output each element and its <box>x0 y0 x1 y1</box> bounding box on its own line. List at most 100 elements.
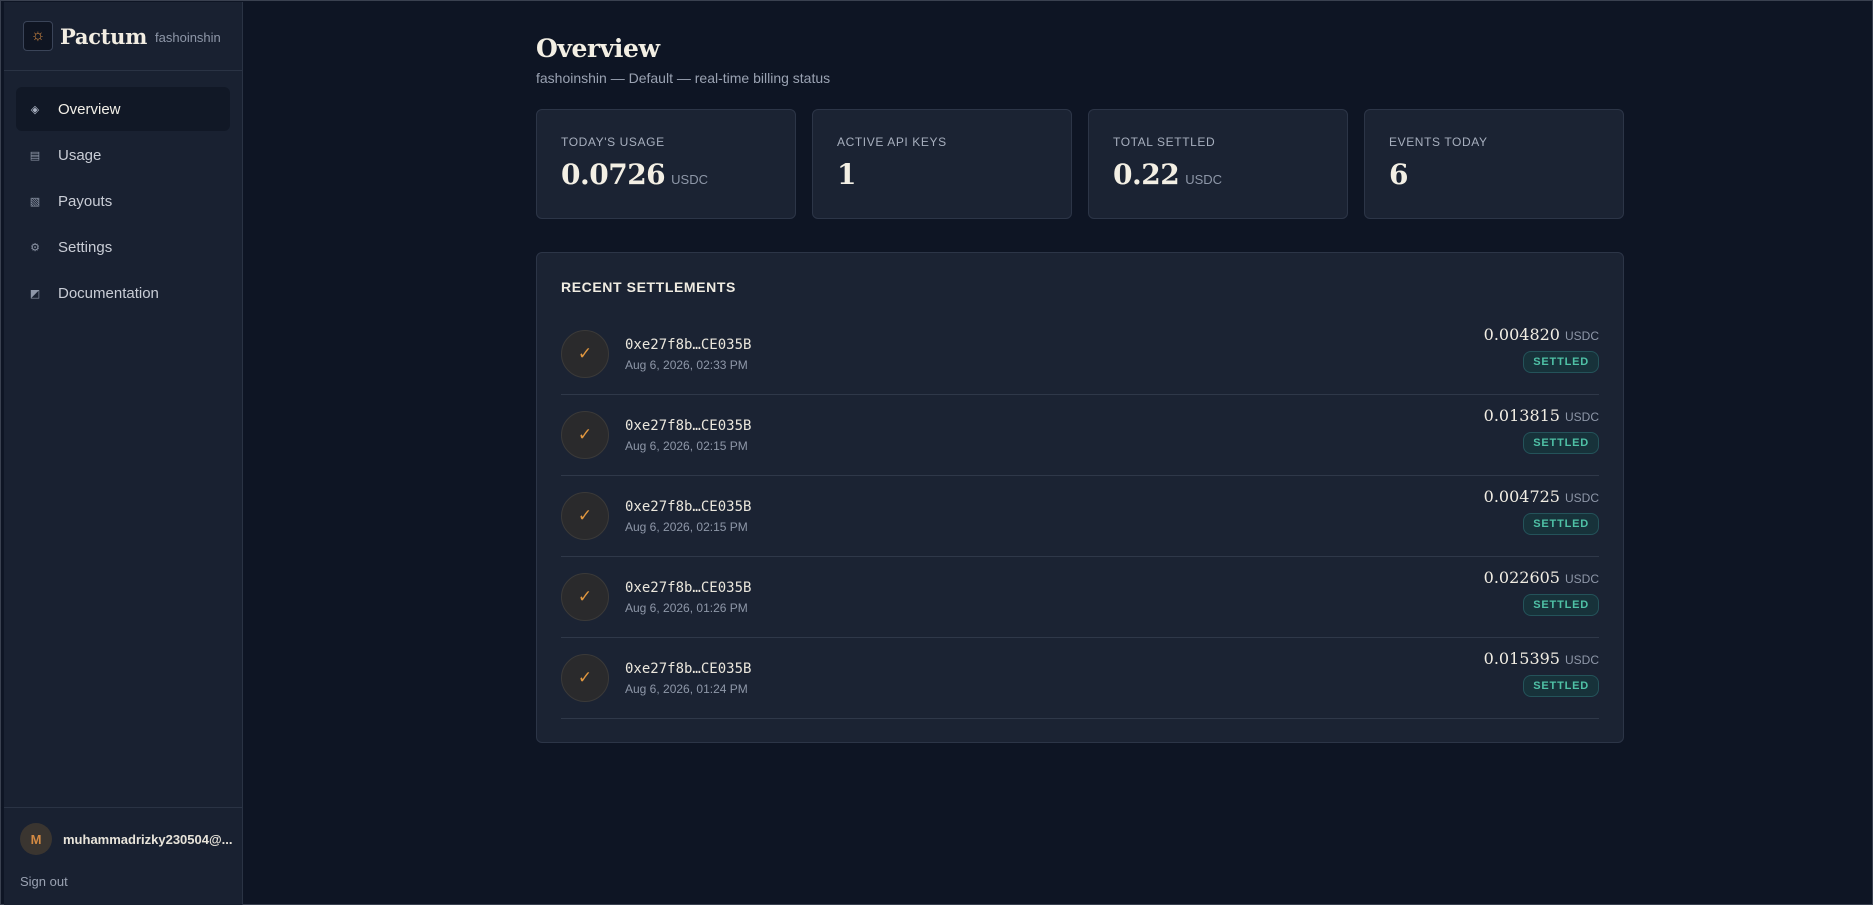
settlement-time: Aug 6, 2026, 02:15 PM <box>625 519 748 534</box>
sign-out-link[interactable]: Sign out <box>20 874 242 889</box>
stat-label: TOTAL SETTLED <box>1113 135 1216 149</box>
stat-value-row: 0.22 USDC <box>1113 158 1347 191</box>
amount-unit: USDC <box>1564 491 1599 505</box>
check-icon: ✓ <box>561 573 609 621</box>
amount-unit: USDC <box>1564 410 1599 424</box>
settlement-row[interactable]: ✓ 0xe27f8b…CE035B Aug 6, 2026, 02:33 PM 0.0… <box>561 314 1599 395</box>
main-content: Overview fashoinshin — Default — real-ti… <box>536 1 1624 743</box>
amount-row: 0.004725 USDC <box>1484 487 1599 506</box>
amount-row: 0.015395 USDC <box>1484 649 1599 668</box>
settlement-address: 0xe27f8b…CE035B <box>625 336 752 353</box>
sidebar-item-label: Usage <box>58 146 102 164</box>
settlement-address: 0xe27f8b…CE035B <box>625 498 752 515</box>
settlement-amount: 0.004820 <box>1483 325 1560 344</box>
settlement-amount-block: 0.004725 USDC SETTLED <box>1484 487 1599 535</box>
sidebar-nav: ◈ Overview ▤ Usage ▧ Payouts ⚙ Settings ◩ Documen… <box>4 71 242 315</box>
settlement-address: 0xe27f8b…CE035B <box>625 660 752 677</box>
sidebar-item-label: Settings <box>58 238 113 256</box>
settlement-amount-block: 0.004820 USDC SETTLED <box>1484 325 1599 373</box>
settlement-amount: 0.015395 <box>1483 649 1560 668</box>
panel-title: RECENT SETTLEMENTS <box>561 279 736 295</box>
amount-row: 0.022605 USDC <box>1484 568 1599 587</box>
brand-name: Pactum <box>60 23 148 49</box>
stat-label: EVENTS TODAY <box>1389 135 1488 149</box>
settlement-list: ✓ 0xe27f8b…CE035B Aug 6, 2026, 02:33 PM 0.0… <box>561 314 1599 719</box>
stat-card: TODAY'S USAGE 0.0726 USDC <box>536 109 796 219</box>
recent-settlements-panel: RECENT SETTLEMENTS ✓ 0xe27f8b…CE035B Aug 6… <box>536 252 1624 743</box>
sidebar: ☼ Pactum fashoinshin ◈ Overview ▤ Usage ▧ Pay… <box>4 2 243 905</box>
settlement-time: Aug 6, 2026, 02:15 PM <box>625 438 748 453</box>
stat-label: ACTIVE API KEYS <box>837 135 947 149</box>
sidebar-item-label: Overview <box>58 100 121 118</box>
settlement-time: Aug 6, 2026, 02:33 PM <box>625 357 748 372</box>
stat-card: EVENTS TODAY 6 <box>1364 109 1624 219</box>
user-email: muhammadrizky230504@... <box>63 831 233 847</box>
stat-card: TOTAL SETTLED 0.22 USDC <box>1088 109 1348 219</box>
status-badge: SETTLED <box>1523 351 1599 373</box>
settlement-amount-block: 0.013815 USDC SETTLED <box>1484 406 1599 454</box>
status-badge: SETTLED <box>1523 594 1599 616</box>
amount-unit: USDC <box>1564 653 1599 667</box>
stat-value-row: 0.0726 USDC <box>561 158 795 191</box>
usage-icon: ▤ <box>29 149 41 162</box>
overview-icon: ◈ <box>30 103 40 116</box>
settlement-info: 0xe27f8b…CE035B Aug 6, 2026, 01:24 PM <box>625 661 751 696</box>
documentation-icon: ◩ <box>29 287 41 300</box>
settings-icon: ⚙ <box>30 241 40 254</box>
status-badge: SETTLED <box>1523 432 1599 454</box>
settlement-info: 0xe27f8b…CE035B Aug 6, 2026, 01:26 PM <box>625 580 751 615</box>
check-icon: ✓ <box>561 411 609 459</box>
settlement-row[interactable]: ✓ 0xe27f8b…CE035B Aug 6, 2026, 01:26 PM 0.0… <box>561 557 1599 638</box>
status-badge: SETTLED <box>1523 675 1599 697</box>
avatar[interactable]: M <box>20 823 52 855</box>
check-icon: ✓ <box>561 654 609 702</box>
settlement-row[interactable]: ✓ 0xe27f8b…CE035B Aug 6, 2026, 02:15 PM 0.0… <box>561 395 1599 476</box>
settlement-info: 0xe27f8b…CE035B Aug 6, 2026, 02:15 PM <box>625 418 751 453</box>
page-title: Overview <box>536 34 660 63</box>
settlement-amount-block: 0.015395 USDC SETTLED <box>1484 649 1599 697</box>
sidebar-item-label: Documentation <box>58 284 159 302</box>
settlement-amount: 0.013815 <box>1483 406 1560 425</box>
settlement-amount: 0.004725 <box>1483 487 1560 506</box>
payouts-icon: ▧ <box>29 195 41 208</box>
stat-value-row: 6 <box>1389 158 1623 191</box>
sidebar-item-documentation[interactable]: ◩ Documentation <box>16 271 230 315</box>
user-row[interactable]: M muhammadrizky230504@... <box>20 823 242 855</box>
stat-unit: USDC <box>671 172 709 187</box>
stat-value: 0.0726 <box>561 158 666 191</box>
amount-row: 0.004820 USDC <box>1484 325 1599 344</box>
stats-row: TODAY'S USAGE 0.0726 USDC ACTIVE API KEYS 1 T… <box>536 109 1624 219</box>
user-section: M muhammadrizky230504@... Sign out <box>4 807 242 905</box>
status-badge: SETTLED <box>1523 513 1599 535</box>
amount-row: 0.013815 USDC <box>1484 406 1599 425</box>
settlement-amount: 0.022605 <box>1483 568 1560 587</box>
brand-header: ☼ Pactum fashoinshin <box>4 2 242 71</box>
sidebar-item-settings[interactable]: ⚙ Settings <box>16 225 230 269</box>
page-subtitle: fashoinshin — Default — real-time billin… <box>536 70 831 86</box>
stat-value: 6 <box>1389 158 1408 191</box>
settlement-address: 0xe27f8b…CE035B <box>625 579 752 596</box>
stat-value: 0.22 <box>1113 158 1180 191</box>
sidebar-item-payouts[interactable]: ▧ Payouts <box>16 179 230 223</box>
stat-card: ACTIVE API KEYS 1 <box>812 109 1072 219</box>
amount-unit: USDC <box>1564 329 1599 343</box>
stat-value-row: 1 <box>837 158 1071 191</box>
settlement-row[interactable]: ✓ 0xe27f8b…CE035B Aug 6, 2026, 02:15 PM 0.0… <box>561 476 1599 557</box>
sidebar-item-usage[interactable]: ▤ Usage <box>16 133 230 177</box>
workspace-name: fashoinshin <box>155 29 221 45</box>
stat-unit: USDC <box>1185 172 1223 187</box>
stat-value: 1 <box>837 158 856 191</box>
settlement-amount-block: 0.022605 USDC SETTLED <box>1484 568 1599 616</box>
settlement-address: 0xe27f8b…CE035B <box>625 417 752 434</box>
sidebar-item-overview[interactable]: ◈ Overview <box>16 87 230 131</box>
logo-icon[interactable]: ☼ <box>23 21 53 51</box>
settlement-time: Aug 6, 2026, 01:24 PM <box>625 681 748 696</box>
check-icon: ✓ <box>561 492 609 540</box>
sidebar-item-label: Payouts <box>58 192 113 210</box>
settlement-info: 0xe27f8b…CE035B Aug 6, 2026, 02:15 PM <box>625 499 751 534</box>
settlement-row[interactable]: ✓ 0xe27f8b…CE035B Aug 6, 2026, 01:24 PM 0.0… <box>561 638 1599 719</box>
stat-label: TODAY'S USAGE <box>561 135 665 149</box>
check-icon: ✓ <box>561 330 609 378</box>
settlement-info: 0xe27f8b…CE035B Aug 6, 2026, 02:33 PM <box>625 337 751 372</box>
settlement-time: Aug 6, 2026, 01:26 PM <box>625 600 748 615</box>
